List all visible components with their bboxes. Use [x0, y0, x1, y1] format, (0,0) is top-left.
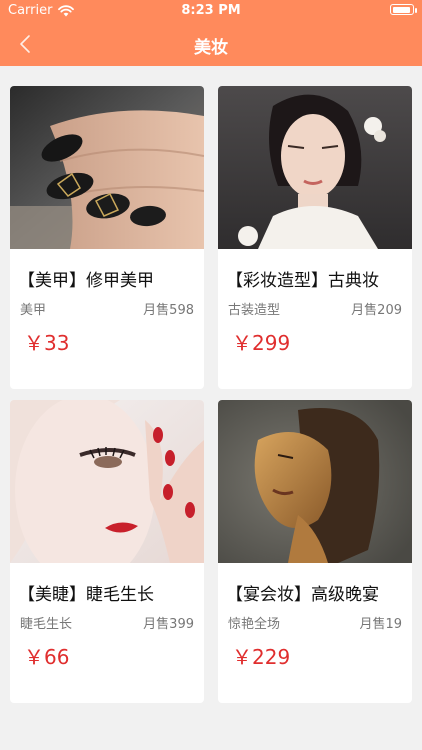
product-title: 【美甲】修甲美甲 [18, 271, 154, 291]
product-category: 惊艳全场 [228, 617, 281, 632]
product-image-nails [10, 86, 204, 249]
product-image-evening-makeup [218, 400, 412, 563]
monthly-sales: 月售209 [351, 303, 402, 318]
product-card[interactable]: 【美睫】睫毛生长 睫毛生长 月售399 ￥66 [10, 400, 204, 703]
product-card[interactable]: 【美甲】修甲美甲 美甲 月售598 ￥33 [10, 86, 204, 389]
header-bar: Carrier 8:23 PM 美妆 [0, 0, 422, 66]
product-category: 古装造型 [228, 303, 281, 318]
product-grid: 【美甲】修甲美甲 美甲 月售598 ￥33 【彩妆造型】古典妆 古装造型 月售2… [0, 66, 422, 750]
product-card[interactable]: 【宴会妆】高级晚宴 惊艳全场 月售19 ￥229 [218, 400, 412, 703]
product-card[interactable]: 【彩妆造型】古典妆 古装造型 月售209 ￥299 [218, 86, 412, 389]
product-title: 【彩妆造型】古典妆 [226, 271, 379, 291]
product-price: ￥299 [232, 331, 291, 355]
monthly-sales: 月售399 [143, 617, 194, 632]
product-title: 【宴会妆】高级晚宴 [226, 585, 379, 605]
product-title: 【美睫】睫毛生长 [18, 585, 154, 605]
battery-icon [390, 4, 417, 15]
page-title: 美妆 [194, 38, 228, 58]
navigation-bar: 美妆 [0, 22, 422, 66]
product-price: ￥229 [232, 645, 291, 669]
status-time: 8:23 PM [181, 3, 241, 18]
monthly-sales: 月售19 [359, 617, 402, 632]
product-price: ￥66 [24, 645, 70, 669]
product-image-eyelashes [10, 400, 204, 563]
monthly-sales: 月售598 [143, 303, 194, 318]
status-bar: Carrier 8:23 PM [0, 0, 422, 22]
product-category: 睫毛生长 [20, 617, 73, 632]
product-category: 美甲 [20, 303, 47, 318]
product-price: ￥33 [24, 331, 70, 355]
product-image-classical-makeup [218, 86, 412, 249]
